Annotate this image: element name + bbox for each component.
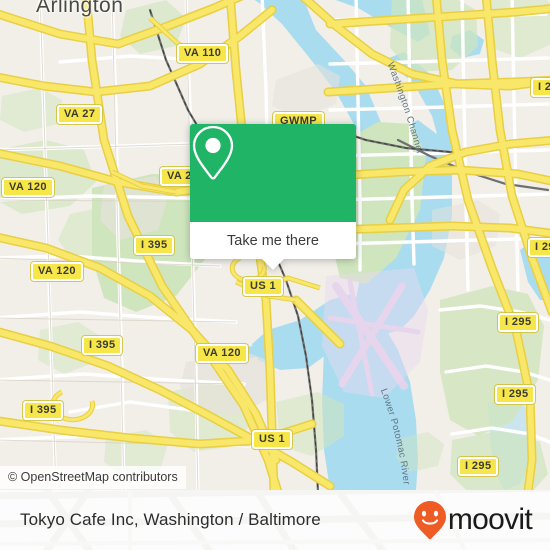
map-attribution[interactable]: © OpenStreetMap contributors — [0, 466, 186, 489]
shield-i-395-b[interactable]: I 395 — [82, 336, 123, 355]
moovit-wordmark: moovit — [447, 503, 533, 536]
location-popup[interactable]: Take me there — [190, 124, 356, 270]
shield-i-29-clipped[interactable]: I 29 — [531, 78, 550, 97]
moovit-pin-smiley-icon — [413, 501, 446, 540]
map-canvas[interactable]: Washington Channel Lower Potomac River A… — [0, 0, 550, 490]
map-pin-icon — [192, 125, 234, 180]
popup-header — [190, 124, 356, 222]
map-label-arlington: Arlington — [36, 0, 124, 17]
shield-i-295-b[interactable]: I 295 — [495, 385, 536, 404]
shield-va-110[interactable]: VA 110 — [177, 44, 229, 63]
shield-va-120-b[interactable]: VA 120 — [31, 262, 83, 281]
shield-us-1-b[interactable]: US 1 — [252, 430, 293, 449]
popup-tail-pointer — [262, 259, 284, 270]
shield-i-395-c[interactable]: I 395 — [23, 401, 64, 420]
shield-va-120-c[interactable]: VA 120 — [196, 344, 248, 363]
moovit-map-screenshot: Washington Channel Lower Potomac River A… — [0, 0, 550, 550]
bottom-info-bar: Tokyo Cafe Inc, Washington / Baltimore m… — [0, 490, 550, 550]
shield-i-295-clipped[interactable]: I 295 — [528, 238, 550, 257]
shield-va-27[interactable]: VA 27 — [57, 105, 103, 124]
take-me-there-button[interactable]: Take me there — [190, 222, 356, 259]
moovit-brand: moovit — [413, 500, 533, 540]
shield-i-295-c[interactable]: I 295 — [458, 457, 499, 476]
place-title: Tokyo Cafe Inc, Washington / Baltimore — [20, 510, 321, 529]
shield-us-1-a[interactable]: US 1 — [243, 277, 284, 296]
shield-i-395-a[interactable]: I 395 — [134, 236, 175, 255]
shield-i-295-a[interactable]: I 295 — [498, 313, 539, 332]
shield-va-120-a[interactable]: VA 120 — [2, 178, 54, 197]
